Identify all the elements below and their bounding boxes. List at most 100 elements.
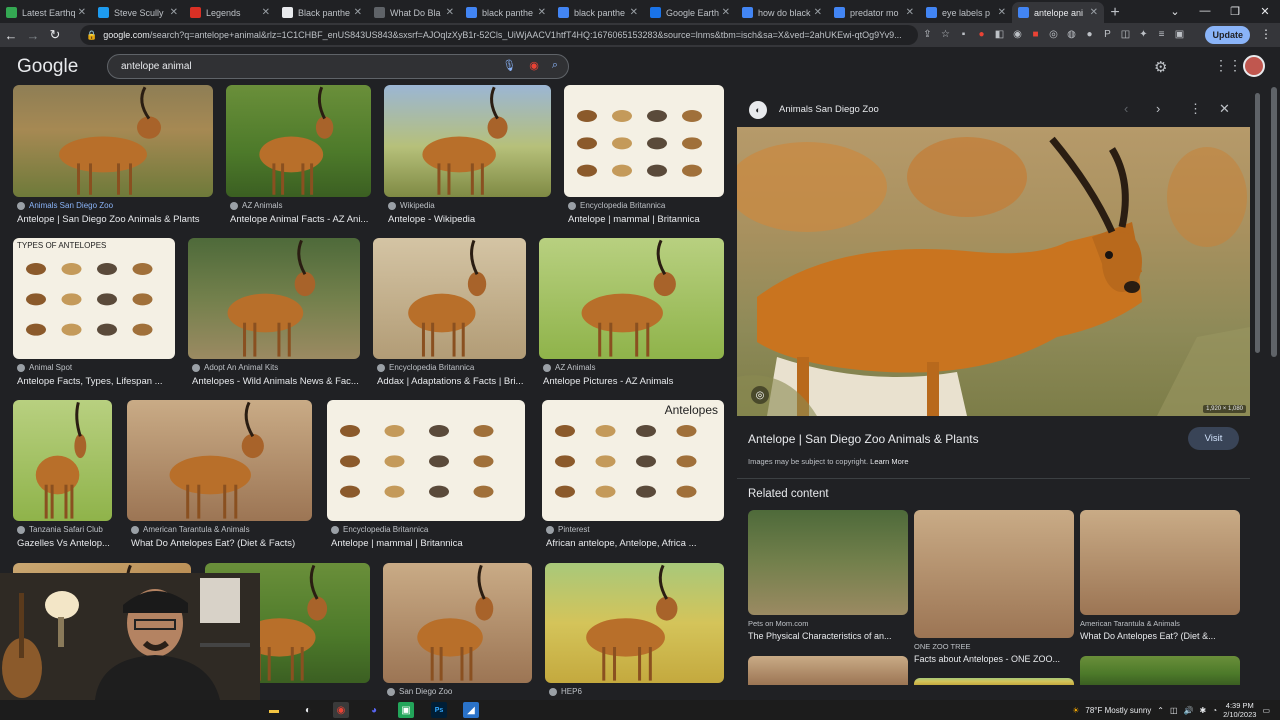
lens-search-icon[interactable]: ◎ [751, 386, 769, 404]
side-panel-icon[interactable]: ▣ [1172, 26, 1187, 42]
result-thumbnail[interactable] [545, 563, 724, 683]
image-result-card[interactable]: Wikipedia Antelope - Wikipedia [384, 85, 551, 237]
lens-icon[interactable]: ◉ [529, 59, 539, 72]
result-title[interactable]: Antelope Facts, Types, Lifespan ... [17, 376, 199, 387]
browser-tab[interactable]: black panthe ✕ [552, 2, 644, 23]
result-source[interactable]: Encyclopedia Britannica [377, 363, 474, 372]
page-scrollbar[interactable] [1268, 85, 1280, 700]
image-result-card[interactable]: Adopt An Animal Kits Antelopes - Wild Ani… [188, 238, 360, 399]
related-card[interactable]: American Tarantula & Animals What Do Ante… [1080, 510, 1240, 655]
visit-button[interactable]: Visit [1188, 427, 1239, 450]
minimize-button[interactable]: — [1190, 0, 1220, 22]
browser-tab[interactable]: Steve Scully ✕ [92, 2, 184, 23]
related-thumbnail[interactable] [914, 678, 1074, 685]
result-source[interactable]: Tanzania Safari Club [17, 525, 103, 534]
result-title[interactable]: What Do Antelopes Eat? (Diet & Facts) [131, 538, 336, 549]
chrome-menu-icon[interactable]: ⋮ [1260, 27, 1272, 41]
discord-icon[interactable]: ◕ [366, 702, 382, 718]
result-title[interactable]: Antelopes - Wild Animals News & Fac... [192, 376, 384, 387]
image-result-card[interactable]: Encyclopedia Britannica Addax | Adaptatio… [373, 238, 526, 399]
related-thumbnail[interactable] [914, 510, 1074, 638]
related-card[interactable]: Pets on Mom.com The Physical Characterist… [748, 510, 908, 655]
preview-scrollbar[interactable] [1254, 85, 1261, 700]
result-source[interactable]: HEP6 [549, 687, 582, 696]
result-thumbnail[interactable] [327, 400, 525, 521]
extension-icon[interactable]: P [1100, 26, 1115, 42]
back-button[interactable]: ← [0, 24, 22, 46]
result-thumbnail[interactable] [373, 238, 526, 359]
preview-title[interactable]: Antelope | San Diego Zoo Animals & Plant… [748, 432, 979, 446]
image-result-card[interactable]: AZ Animals Antelope Animal Facts - AZ Ani… [226, 85, 371, 237]
result-title[interactable]: Antelope | mammal | Britannica [568, 214, 735, 225]
tab-close-icon[interactable]: ✕ [998, 7, 1006, 18]
preview-image[interactable]: ◎ 1,920 × 1,080 [737, 127, 1250, 416]
reload-button[interactable]: ↻ [44, 24, 66, 46]
related-thumbnail[interactable] [1080, 656, 1240, 685]
tab-close-icon[interactable]: ✕ [722, 7, 730, 18]
result-thumbnail[interactable] [564, 85, 724, 197]
restore-button[interactable]: ❐ [1220, 0, 1250, 22]
update-button[interactable]: Update [1205, 26, 1250, 44]
result-source[interactable]: Animal Spot [17, 363, 72, 372]
extensions-puzzle-icon[interactable]: ✦ [1136, 26, 1151, 42]
notifications-icon[interactable]: ▭ [1262, 706, 1270, 715]
browser-tab[interactable]: antelope ani ✕ [1012, 2, 1104, 23]
result-thumbnail[interactable] [13, 400, 112, 521]
extension-icon[interactable]: ◍ [1064, 26, 1079, 42]
tab-close-icon[interactable]: ✕ [814, 7, 822, 18]
new-tab-button[interactable]: + [1104, 2, 1126, 23]
tab-close-icon[interactable]: ✕ [354, 7, 362, 18]
related-thumbnail[interactable] [1080, 510, 1240, 615]
image-result-card[interactable]: Animals San Diego Zoo Antelope | San Dieg… [13, 85, 213, 237]
apps-grid-icon[interactable]: ⋮⋮ [1214, 57, 1242, 74]
photoshop-icon[interactable]: Ps [431, 702, 447, 718]
search-input[interactable]: antelope animal 🎙 ◉ ⌕ [107, 54, 569, 79]
result-title[interactable]: Antelope - Wikipedia [388, 214, 575, 225]
address-bar[interactable]: 🔒 google.com/search?q=antelope+animal&rl… [80, 25, 918, 45]
image-result-card[interactable]: AZ Animals Antelope Pictures - AZ Animals [539, 238, 724, 399]
media-queue-icon[interactable]: ≡ [1154, 26, 1169, 42]
previous-image-button[interactable]: ‹ [1124, 101, 1128, 116]
result-thumbnail[interactable] [127, 400, 312, 521]
related-title[interactable]: The Physical Characteristics of an... [748, 631, 908, 641]
network-icon[interactable]: ◫ [1170, 706, 1178, 715]
image-result-card[interactable]: Antelopes Pinterest African antelope, Ante… [542, 400, 724, 561]
more-options-icon[interactable]: ⋮ [1189, 101, 1202, 117]
next-image-button[interactable]: › [1156, 101, 1160, 116]
result-source[interactable]: Pinterest [546, 525, 590, 534]
result-thumbnail[interactable] [384, 85, 551, 197]
tab-close-icon[interactable]: ✕ [538, 7, 546, 18]
extension-icon[interactable]: ◎ [1046, 26, 1061, 42]
result-thumbnail[interactable] [226, 85, 371, 197]
related-source[interactable]: American Tarantula & Animals [1080, 619, 1180, 628]
extension-icon[interactable]: ● [1082, 26, 1097, 42]
result-thumbnail[interactable] [539, 238, 724, 359]
app-icon[interactable]: ▣ [398, 702, 414, 718]
result-thumbnail[interactable] [13, 85, 213, 197]
system-clock[interactable]: 4:39 PM 2/10/2023 [1223, 701, 1256, 719]
account-avatar[interactable] [1243, 55, 1265, 77]
search-icon[interactable]: ⌕ [552, 59, 558, 72]
settings-gear-icon[interactable]: ⚙ [1154, 58, 1167, 76]
learn-more-link[interactable]: Learn More [870, 457, 908, 466]
browser-tab[interactable]: eye labels p ✕ [920, 2, 1012, 23]
result-thumbnail[interactable] [383, 563, 532, 683]
image-result-card[interactable]: TYPES OF ANTELOPES Animal Spot Antelope Fa… [13, 238, 175, 399]
image-result-card[interactable]: American Tarantula & Animals What Do Ante… [127, 400, 312, 561]
result-title[interactable]: Antelope Animal Facts - AZ Ani... [230, 214, 395, 225]
preview-source[interactable]: Animals San Diego Zoo [779, 104, 879, 115]
file-explorer-icon[interactable]: ▬ [266, 702, 282, 718]
weather-text[interactable]: 78°F Mostly sunny [1085, 706, 1151, 715]
result-source[interactable]: AZ Animals [543, 363, 595, 372]
result-title[interactable]: African antelope, Antelope, Africa ... [546, 538, 735, 549]
bluetooth-icon[interactable]: ✱ [1200, 706, 1207, 715]
browser-tab[interactable]: What Do Bla ✕ [368, 2, 460, 23]
forward-button[interactable]: → [22, 24, 44, 46]
share-icon[interactable]: ⇪ [920, 26, 935, 42]
tab-close-icon[interactable]: ✕ [1090, 7, 1098, 18]
extension-icon[interactable]: ◧ [992, 26, 1007, 42]
image-result-card[interactable]: Encyclopedia Britannica Antelope | mammal… [327, 400, 525, 561]
result-source[interactable]: Adopt An Animal Kits [192, 363, 278, 372]
wifi-icon[interactable]: ◔ [1212, 706, 1217, 715]
voice-search-icon[interactable]: 🎙 [502, 59, 516, 72]
